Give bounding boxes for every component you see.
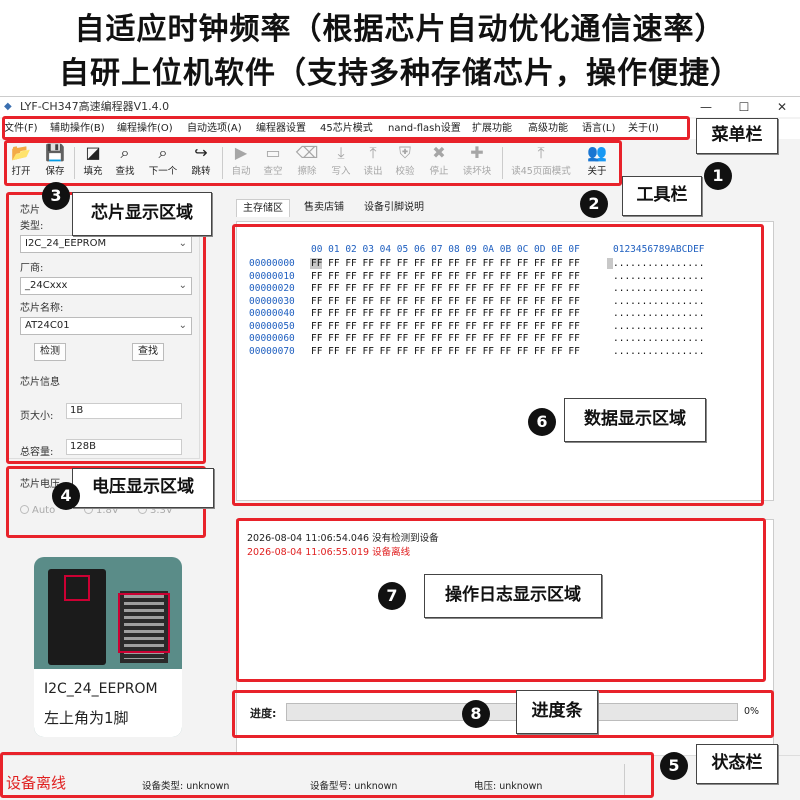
- chip-image-pin-note: 左上角为1脚: [34, 701, 182, 737]
- minimize-button[interactable]: —: [688, 97, 724, 117]
- headline-line-1: 自适应时钟频率（根据芯片自动优化通信速率）: [74, 12, 726, 47]
- toolbar-callout-number: 2: [580, 190, 608, 218]
- voltage-area-callout-number: 4: [52, 482, 80, 510]
- window-title: LYF-CH347高速编程器V1.4.0: [20, 100, 170, 113]
- menubar-highlight: [2, 116, 690, 140]
- progress-highlight: [232, 690, 774, 738]
- log-area-callout-number: 7: [378, 582, 406, 610]
- chip-image-type-text: I2C_24_EEPROM: [34, 669, 182, 701]
- toolbar-highlight: [4, 140, 622, 186]
- statusbar-callout-number: 5: [660, 752, 688, 780]
- data-area-highlight: [232, 224, 764, 506]
- close-button[interactable]: ✕: [764, 97, 800, 117]
- data-area-callout-number: 6: [528, 408, 556, 436]
- progress-callout-number: 8: [462, 700, 490, 728]
- headline-line-2: 自研上位机软件（支持多种存储芯片，操作便捷）: [59, 56, 741, 91]
- chip-area-callout: 芯片显示区域: [72, 192, 212, 236]
- maximize-button[interactable]: ☐: [726, 97, 762, 117]
- tab-pin-description[interactable]: 设备引脚说明: [358, 199, 430, 217]
- chip-area-callout-number: 3: [42, 182, 70, 210]
- chip-socket-image: I2C_24_EEPROM 左上角为1脚: [34, 557, 182, 737]
- menubar-callout: 菜单栏: [696, 118, 778, 154]
- app-icon: ◆: [4, 101, 12, 112]
- progress-callout: 进度条: [516, 690, 598, 734]
- statusbar-highlight: [0, 752, 654, 798]
- title-bar: ◆ LYF-CH347高速编程器V1.4.0 — ☐ ✕: [0, 97, 800, 117]
- data-area-callout: 数据显示区域: [564, 398, 706, 442]
- voltage-area-callout: 电压显示区域: [72, 468, 214, 508]
- statusbar-callout: 状态栏: [696, 744, 778, 784]
- tab-shop[interactable]: 售卖店铺: [298, 199, 350, 217]
- tab-main-storage[interactable]: 主存储区: [236, 199, 290, 217]
- toolbar-callout: 工具栏: [622, 176, 702, 216]
- menubar-callout-number: 1: [704, 162, 732, 190]
- log-area-callout: 操作日志显示区域: [424, 574, 602, 618]
